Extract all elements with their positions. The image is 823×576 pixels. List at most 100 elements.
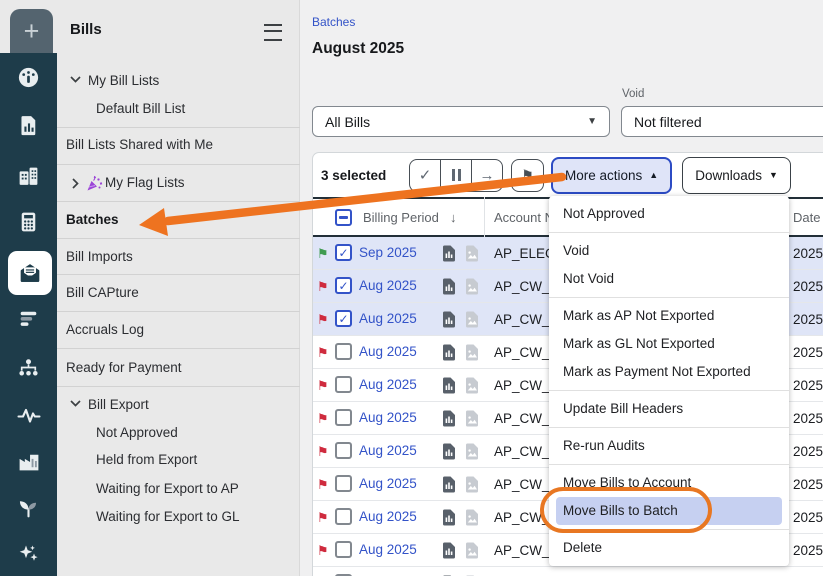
bill-image-icon[interactable] — [465, 542, 479, 559]
flag-icon[interactable]: ⚑ — [317, 542, 329, 559]
void-filter-select[interactable]: Not filtered — [621, 106, 823, 137]
flag-icon[interactable]: ⚑ — [317, 344, 329, 361]
billing-period-link[interactable]: Aug 2025 — [359, 509, 417, 524]
bill-image-icon[interactable] — [465, 443, 479, 460]
billing-period-link[interactable]: Aug 2025 — [359, 410, 417, 425]
bill-report-icon[interactable] — [442, 245, 456, 262]
more-actions-button[interactable]: More actions ▲ — [551, 157, 672, 194]
buildings-icon[interactable] — [0, 164, 57, 187]
bill-image-icon[interactable] — [465, 410, 479, 427]
menu-item-mark-payment-not-exported[interactable]: Mark as Payment Not Exported — [549, 358, 789, 386]
menu-item-mark-ap-not-exported[interactable]: Mark as AP Not Exported — [549, 302, 789, 330]
sidebar-item-bill-export[interactable]: Bill Export — [57, 391, 300, 419]
hold-button[interactable] — [440, 160, 471, 191]
row-checkbox[interactable] — [335, 376, 352, 393]
bill-report-icon[interactable] — [442, 278, 456, 295]
menu-item-re-run-audits[interactable]: Re-run Audits — [549, 432, 789, 460]
bill-image-icon[interactable] — [465, 509, 479, 526]
billing-period-header[interactable]: Billing Period — [363, 210, 439, 225]
downloads-button[interactable]: Downloads ▼ — [682, 157, 791, 194]
factory-icon[interactable] — [0, 450, 57, 473]
sidebar-item-bill-capture[interactable]: Bill CAPture — [57, 279, 300, 307]
flag-icon[interactable]: ⚑ — [317, 278, 329, 295]
billing-period-link[interactable]: Aug 2025 — [359, 377, 417, 392]
bill-image-icon[interactable] — [465, 344, 479, 361]
table-row[interactable]: ⚑ Aug 2025 AP_CW_AI — [313, 567, 823, 576]
plant-icon[interactable] — [0, 496, 57, 519]
bill-list-filter-select[interactable]: All Bills ▼ — [312, 106, 610, 137]
bill-report-icon[interactable] — [442, 311, 456, 328]
flag-icon[interactable]: ⚑ — [317, 410, 329, 427]
bill-report-icon[interactable] — [442, 443, 456, 460]
sidebar-item-my-bill-lists[interactable]: My Bill Lists — [57, 67, 300, 95]
bills-envelope-icon-active[interactable] — [8, 251, 52, 295]
row-checkbox[interactable] — [335, 409, 352, 426]
flag-icon[interactable]: ⚑ — [317, 476, 329, 493]
sidebar-item-default-bill-list[interactable]: Default Bill List — [57, 95, 300, 123]
menu-item-update-bill-headers[interactable]: Update Bill Headers — [549, 395, 789, 423]
flag-icon[interactable]: ⚑ — [317, 509, 329, 526]
date-header[interactable]: Date — [793, 210, 820, 225]
bill-image-icon[interactable] — [465, 245, 479, 262]
export-button[interactable]: → — [471, 160, 502, 191]
bill-image-icon[interactable] — [465, 476, 479, 493]
activity-pulse-icon[interactable] — [0, 404, 57, 427]
select-all-checkbox[interactable] — [335, 209, 352, 226]
menu-item-mark-gl-not-exported[interactable]: Mark as GL Not Exported — [549, 330, 789, 358]
sidebar-item-waiting-export-gl[interactable]: Waiting for Export to GL — [57, 503, 300, 531]
billing-period-link[interactable]: Aug 2025 — [359, 443, 417, 458]
bill-report-icon[interactable] — [442, 377, 456, 394]
billing-period-link[interactable]: Aug 2025 — [359, 476, 417, 491]
report-document-icon[interactable] — [0, 114, 57, 137]
sidebar-item-not-approved[interactable]: Not Approved — [57, 419, 300, 447]
sidebar-item-bill-lists-shared[interactable]: Bill Lists Shared with Me — [57, 131, 300, 159]
sidebar-item-batches-selected[interactable]: Batches — [57, 206, 300, 234]
bill-image-icon[interactable] — [465, 311, 479, 328]
sidebar-item-accruals-log[interactable]: Accruals Log — [57, 316, 300, 344]
account-header[interactable]: Account N — [494, 210, 554, 225]
sidebar-item-my-flag-lists[interactable]: My Flag Lists — [57, 169, 300, 197]
row-checkbox[interactable] — [335, 475, 352, 492]
sparkles-icon[interactable] — [0, 542, 57, 566]
billing-period-link[interactable]: Aug 2025 — [359, 542, 417, 557]
menu-item-delete[interactable]: Delete — [549, 534, 789, 562]
row-checkbox[interactable] — [335, 244, 352, 261]
bill-report-icon[interactable] — [442, 542, 456, 559]
sidebar-item-waiting-export-ap[interactable]: Waiting for Export to AP — [57, 475, 300, 503]
sidebar-item-bill-imports[interactable]: Bill Imports — [57, 243, 300, 271]
row-checkbox[interactable] — [335, 541, 352, 558]
sort-descending-icon[interactable]: ↓ — [450, 210, 457, 225]
gauge-dashboard-icon[interactable] — [0, 66, 57, 89]
sidebar-item-held-from-export[interactable]: Held from Export — [57, 446, 300, 474]
menu-item-not-void[interactable]: Not Void — [549, 265, 789, 293]
billing-period-link[interactable]: Aug 2025 — [359, 278, 417, 293]
bill-image-icon[interactable] — [465, 377, 479, 394]
row-checkbox[interactable] — [335, 277, 352, 294]
billing-period-link[interactable]: Aug 2025 — [359, 344, 417, 359]
bill-report-icon[interactable] — [442, 344, 456, 361]
accruals-list-icon[interactable] — [0, 307, 57, 330]
calculator-icon[interactable] — [0, 210, 57, 234]
hamburger-menu-icon[interactable] — [264, 24, 282, 41]
row-checkbox[interactable] — [335, 343, 352, 360]
approve-button[interactable]: ✓ — [410, 160, 440, 191]
bill-image-icon[interactable] — [465, 278, 479, 295]
bill-report-icon[interactable] — [442, 476, 456, 493]
billing-period-link[interactable]: Sep 2025 — [359, 245, 417, 260]
billing-period-link[interactable]: Aug 2025 — [359, 311, 417, 326]
flag-button[interactable]: ⚑ — [511, 159, 544, 192]
flag-icon[interactable]: ⚑ — [317, 377, 329, 394]
flag-icon[interactable]: ⚑ — [317, 443, 329, 460]
row-checkbox[interactable] — [335, 508, 352, 525]
bill-report-icon[interactable] — [442, 410, 456, 427]
sidebar-item-ready-for-payment[interactable]: Ready for Payment — [57, 354, 300, 382]
menu-item-not-approved[interactable]: Not Approved — [549, 200, 789, 228]
add-button[interactable]: + — [10, 9, 53, 53]
flag-icon[interactable]: ⚑ — [317, 311, 329, 328]
row-checkbox[interactable] — [335, 442, 352, 459]
menu-item-void[interactable]: Void — [549, 237, 789, 265]
flag-icon[interactable]: ⚑ — [317, 245, 329, 262]
breadcrumb-batches[interactable]: Batches — [312, 15, 355, 29]
row-checkbox[interactable] — [335, 310, 352, 327]
bill-report-icon[interactable] — [442, 509, 456, 526]
